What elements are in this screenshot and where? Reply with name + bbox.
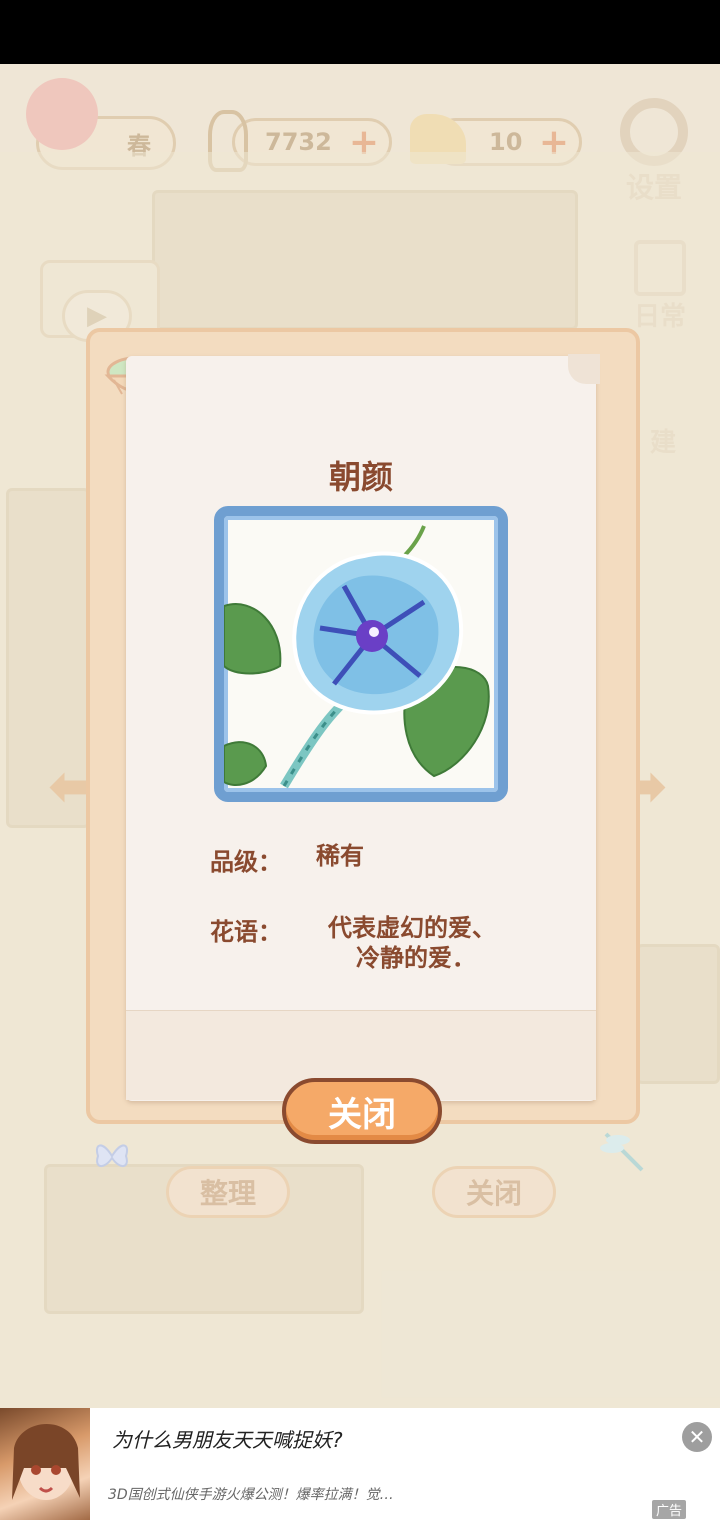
dragonfly-icon bbox=[598, 1126, 650, 1178]
language-line-1: 代表虚幻的爱、 bbox=[328, 914, 496, 942]
grade-value: 稀有 bbox=[316, 842, 364, 870]
flower-card bbox=[214, 506, 508, 802]
status-bar bbox=[0, 0, 720, 64]
ad-tag: 广告 bbox=[652, 1500, 687, 1519]
ad-description[interactable]: 3D国创式仙侠手游火爆公测！爆率拉满！觉… bbox=[108, 1484, 394, 1504]
flower-name: 朝颜 bbox=[328, 458, 393, 496]
ad-thumbnail[interactable] bbox=[0, 1408, 90, 1520]
organize-button[interactable]: 整理 bbox=[166, 1166, 290, 1218]
butterfly-icon bbox=[92, 1136, 132, 1176]
language-label: 花语： bbox=[210, 918, 282, 946]
ad-banner[interactable]: 为什么男朋友天天喊捉妖? 3D国创式仙侠手游火爆公测！爆率拉满！觉… ✕ bbox=[0, 1408, 720, 1520]
grade-label: 品级： bbox=[210, 848, 282, 876]
ad-title[interactable]: 为什么男朋友天天喊捉妖? bbox=[112, 1424, 343, 1453]
language-line-2: 冷静的爱． bbox=[356, 944, 476, 972]
tree-icon bbox=[26, 78, 98, 150]
morning-glory-icon bbox=[224, 525, 490, 789]
bottom-close-button[interactable]: 关闭 bbox=[432, 1166, 556, 1218]
ad-close-icon[interactable]: ✕ bbox=[682, 1422, 712, 1452]
close-button[interactable]: 关闭 bbox=[282, 1078, 442, 1144]
